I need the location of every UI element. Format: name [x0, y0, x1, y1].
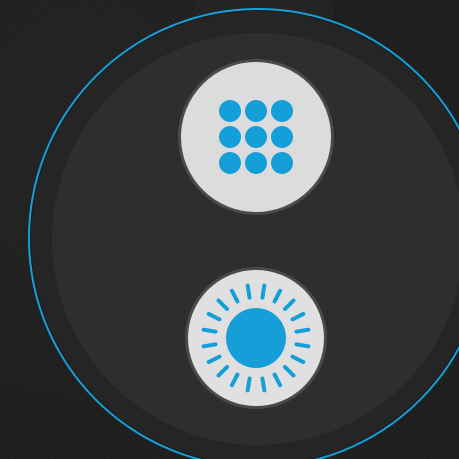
sun-ray	[206, 311, 222, 322]
sun-ray	[282, 364, 296, 378]
app-grid-icon	[219, 100, 293, 174]
sun-ray	[282, 298, 296, 312]
sun-ray	[290, 311, 306, 322]
sun-ray	[290, 354, 306, 365]
sun-ray	[229, 288, 240, 304]
sun-ray	[216, 298, 230, 312]
sun-ray	[272, 288, 283, 304]
sun-ray	[245, 283, 252, 300]
sun-ray	[229, 372, 240, 388]
sun-ray	[216, 364, 230, 378]
brightness-button[interactable]	[185, 267, 327, 409]
sun-ray	[294, 327, 311, 334]
sun-ray	[201, 342, 218, 349]
sun-ray	[272, 372, 283, 388]
apps-button[interactable]	[178, 59, 334, 215]
sun-ray	[245, 376, 252, 393]
sun-ray	[206, 354, 222, 365]
sun-ray	[260, 283, 267, 300]
sun-ray	[201, 327, 218, 334]
sun-ray	[260, 376, 267, 393]
sun-ray	[294, 342, 311, 349]
watch-screen	[0, 0, 459, 459]
brightness-icon	[201, 283, 311, 393]
